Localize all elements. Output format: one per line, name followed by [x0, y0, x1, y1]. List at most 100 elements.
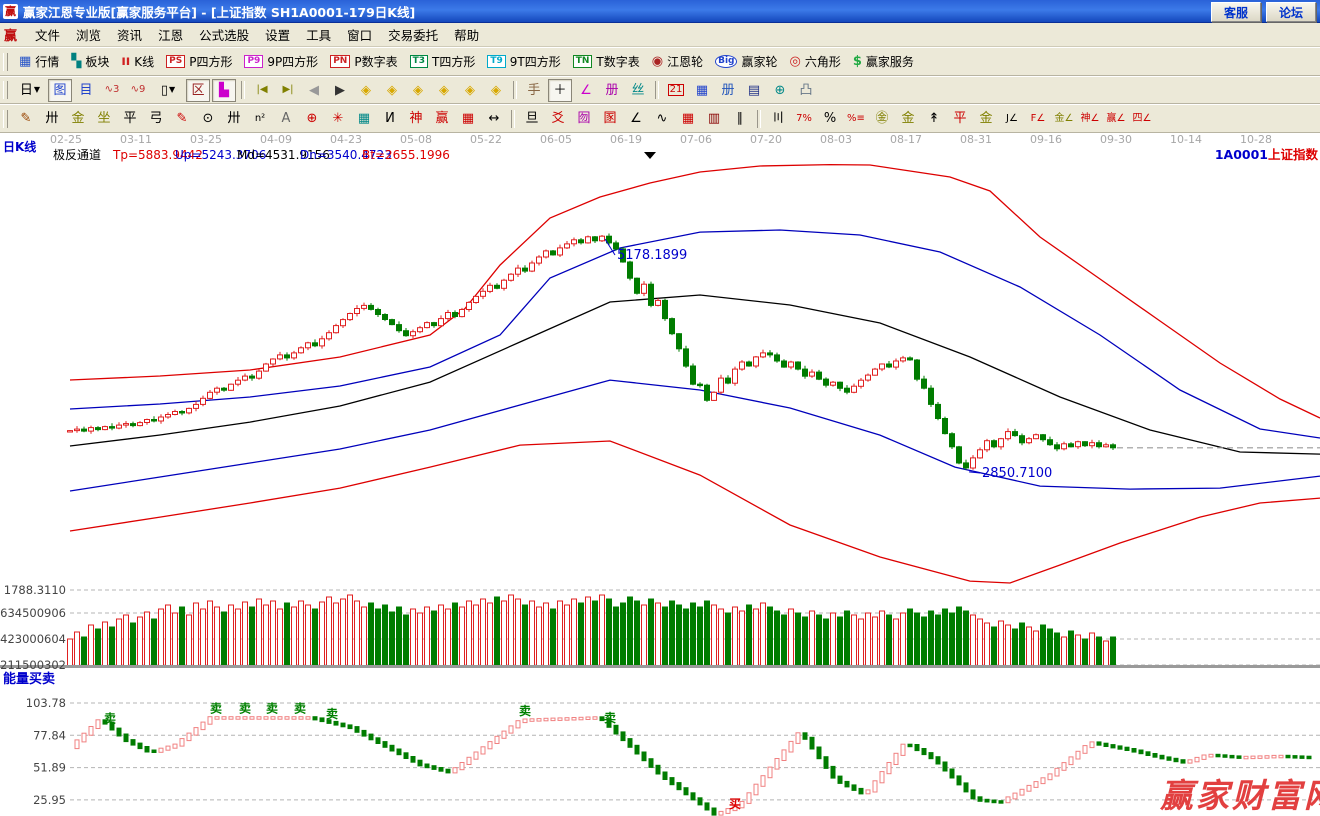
- quick-P数字表[interactable]: PNP数字表: [324, 51, 403, 72]
- draw-four-angle-button[interactable]: 四∠: [1130, 107, 1154, 130]
- draw-win-tool-button[interactable]: 赢: [430, 107, 454, 130]
- view-save-button[interactable]: ▤: [742, 79, 766, 102]
- quick-赢家轮[interactable]: Big赢家轮: [709, 51, 783, 72]
- view-quote-list-button[interactable]: 目: [74, 79, 98, 102]
- quick-K线[interactable]: ııK线: [115, 51, 160, 72]
- view-pan-hand-button[interactable]: 手: [522, 79, 546, 102]
- draw-magic-angle-button[interactable]: 神∠: [1078, 107, 1102, 130]
- menu-item-0[interactable]: 文件: [27, 23, 68, 46]
- draw-span-measure-button[interactable]: ↔: [482, 107, 506, 130]
- energy-panel-label[interactable]: 能量买卖: [3, 671, 55, 687]
- draw-gann-grid-1-button[interactable]: 卅: [40, 107, 64, 130]
- toolbar-grip[interactable]: [3, 81, 8, 99]
- view-crosshair-button[interactable]: ＋: [548, 79, 572, 102]
- draw-f-angle-button[interactable]: F∠: [1026, 107, 1050, 130]
- draw-wave-line-button[interactable]: ∿: [650, 107, 674, 130]
- draw-red-flat-button[interactable]: 平: [948, 107, 972, 130]
- quick-江恩轮[interactable]: ◉江恩轮: [646, 51, 709, 72]
- draw-j-angle-button[interactable]: J∠: [1000, 107, 1024, 130]
- draw-percent-button[interactable]: %: [818, 107, 842, 130]
- menu-item-6[interactable]: 工具: [298, 23, 339, 46]
- draw-arrow-mark-button[interactable]: ↟: [922, 107, 946, 130]
- draw-gold-line-button[interactable]: 金: [896, 107, 920, 130]
- menu-item-3[interactable]: 江恩: [150, 23, 191, 46]
- view-zoom-in-h-button[interactable]: ◈: [432, 79, 456, 102]
- draw-gold-angle-button[interactable]: 金: [974, 107, 998, 130]
- draw-dark-grid-button[interactable]: ▥: [702, 107, 726, 130]
- draw-win-angle-button[interactable]: 赢∠: [1104, 107, 1128, 130]
- forum-button[interactable]: 论坛: [1266, 2, 1316, 22]
- view-free-draw-button[interactable]: 丝: [626, 79, 650, 102]
- draw-gann-grid-2-button[interactable]: 卅: [222, 107, 246, 130]
- view-calendar-button[interactable]: 21: [664, 79, 688, 102]
- draw-gold-gann-angle-button[interactable]: 金∠: [1052, 107, 1076, 130]
- draw-gann-circle-button[interactable]: ⊕: [300, 107, 324, 130]
- draw-gold-circle-button[interactable]: ㊎: [870, 107, 894, 130]
- draw-gold-ratio-1-button[interactable]: 金: [66, 107, 90, 130]
- view-measure-angle-button[interactable]: ∠: [574, 79, 598, 102]
- menu-item-1[interactable]: 浏览: [68, 23, 109, 46]
- view-prev-bar-button[interactable]: ◀: [302, 79, 326, 102]
- view-calculator-button[interactable]: ▦: [690, 79, 714, 102]
- draw-baseline-button[interactable]: 旦: [520, 107, 544, 130]
- draw-star-rays-button[interactable]: ✳: [326, 107, 350, 130]
- draw-red-pen-button[interactable]: ✎: [170, 107, 194, 130]
- view-next-bar-button[interactable]: ▶: [328, 79, 352, 102]
- draw-text-label-button[interactable]: A: [274, 107, 298, 130]
- customer-service-button[interactable]: 客服: [1211, 2, 1261, 22]
- menu-item-5[interactable]: 设置: [257, 23, 298, 46]
- quick-T数字表[interactable]: TNT数字表: [567, 51, 646, 72]
- view-wave-3-button[interactable]: ∿3: [100, 79, 124, 102]
- panel-divider[interactable]: [0, 665, 1320, 668]
- kline-chart[interactable]: 卖卖卖卖卖卖卖卖买 日K线 极反通道 Tp=5883.9442 Up=5243.…: [0, 133, 1320, 816]
- view-period-day-button[interactable]: 日▼: [14, 79, 46, 102]
- draw-zigzag-button[interactable]: И: [378, 107, 402, 130]
- menu-item-7[interactable]: 窗口: [339, 23, 380, 46]
- menu-item-8[interactable]: 交易委托: [380, 23, 446, 46]
- draw-pen-button[interactable]: ✎: [14, 107, 38, 130]
- chart-area[interactable]: 卖卖卖卖卖卖卖卖买 日K线 极反通道 Tp=5883.9442 Up=5243.…: [0, 133, 1320, 816]
- draw-trend-angle-button[interactable]: ∠: [624, 107, 648, 130]
- view-notes-button[interactable]: 册: [716, 79, 740, 102]
- indicator-name[interactable]: 极反通道: [53, 148, 101, 162]
- view-candle-style-button[interactable]: ▯▼: [152, 79, 184, 102]
- draw-percent-7-button[interactable]: 7%: [792, 107, 816, 130]
- draw-gold-ratio-2-button[interactable]: 坐: [92, 107, 116, 130]
- menu-item-9[interactable]: 帮助: [446, 23, 487, 46]
- view-world-clock-button[interactable]: ⊕: [768, 79, 792, 102]
- quick-P四方形[interactable]: PSP四方形: [160, 51, 238, 72]
- draw-number-grid-button[interactable]: ▦: [456, 107, 480, 130]
- draw-scale-tool-button[interactable]: 〣: [766, 107, 790, 130]
- quick-T四方形[interactable]: T3T四方形: [404, 51, 482, 72]
- quick-9P四方形[interactable]: P99P四方形: [238, 51, 324, 72]
- draw-box-fan-button[interactable]: 囫: [572, 107, 596, 130]
- draw-square-numbers-button[interactable]: n²: [248, 107, 272, 130]
- view-wave-9-button[interactable]: ∿9: [126, 79, 150, 102]
- toolbar-grip[interactable]: [3, 110, 8, 128]
- draw-arc-tool-button[interactable]: 弓: [144, 107, 168, 130]
- quick-板块[interactable]: ▚板块: [65, 51, 115, 72]
- view-zoom-all-button[interactable]: ◈: [458, 79, 482, 102]
- draw-red-grid-button[interactable]: ▦: [676, 107, 700, 130]
- view-color-chart-button[interactable]: ▙: [212, 79, 236, 102]
- draw-percent-lines-button[interactable]: %≡: [844, 107, 868, 130]
- draw-magic-tool-button[interactable]: 神: [404, 107, 428, 130]
- draw-box-rays-button[interactable]: 圂: [598, 107, 622, 130]
- quick-行情[interactable]: ▦行情: [13, 51, 65, 72]
- quick-赢家服务[interactable]: $赢家服务: [847, 51, 920, 72]
- view-zoom-left-button[interactable]: ◈: [354, 79, 378, 102]
- draw-parallel-lines-button[interactable]: ∥: [728, 107, 752, 130]
- toolbar-grip[interactable]: [3, 53, 8, 71]
- view-chart-mode-button[interactable]: 图: [48, 79, 72, 102]
- quick-六角形[interactable]: ◎六角形: [783, 51, 846, 72]
- quick-9T四方形[interactable]: T99T四方形: [481, 51, 566, 72]
- view-zoom-right-button[interactable]: ◈: [380, 79, 404, 102]
- view-zoom-out-h-button[interactable]: ◈: [406, 79, 430, 102]
- draw-cycle-clock-button[interactable]: ⊙: [196, 107, 220, 130]
- view-measure-grid-button[interactable]: 册: [600, 79, 624, 102]
- view-zoom-reset-button[interactable]: ◈: [484, 79, 508, 102]
- draw-gann-fan-button[interactable]: 爻: [546, 107, 570, 130]
- menu-item-2[interactable]: 资讯: [109, 23, 150, 46]
- draw-flat-line-button[interactable]: 平: [118, 107, 142, 130]
- draw-grid-box-button[interactable]: ▦: [352, 107, 376, 130]
